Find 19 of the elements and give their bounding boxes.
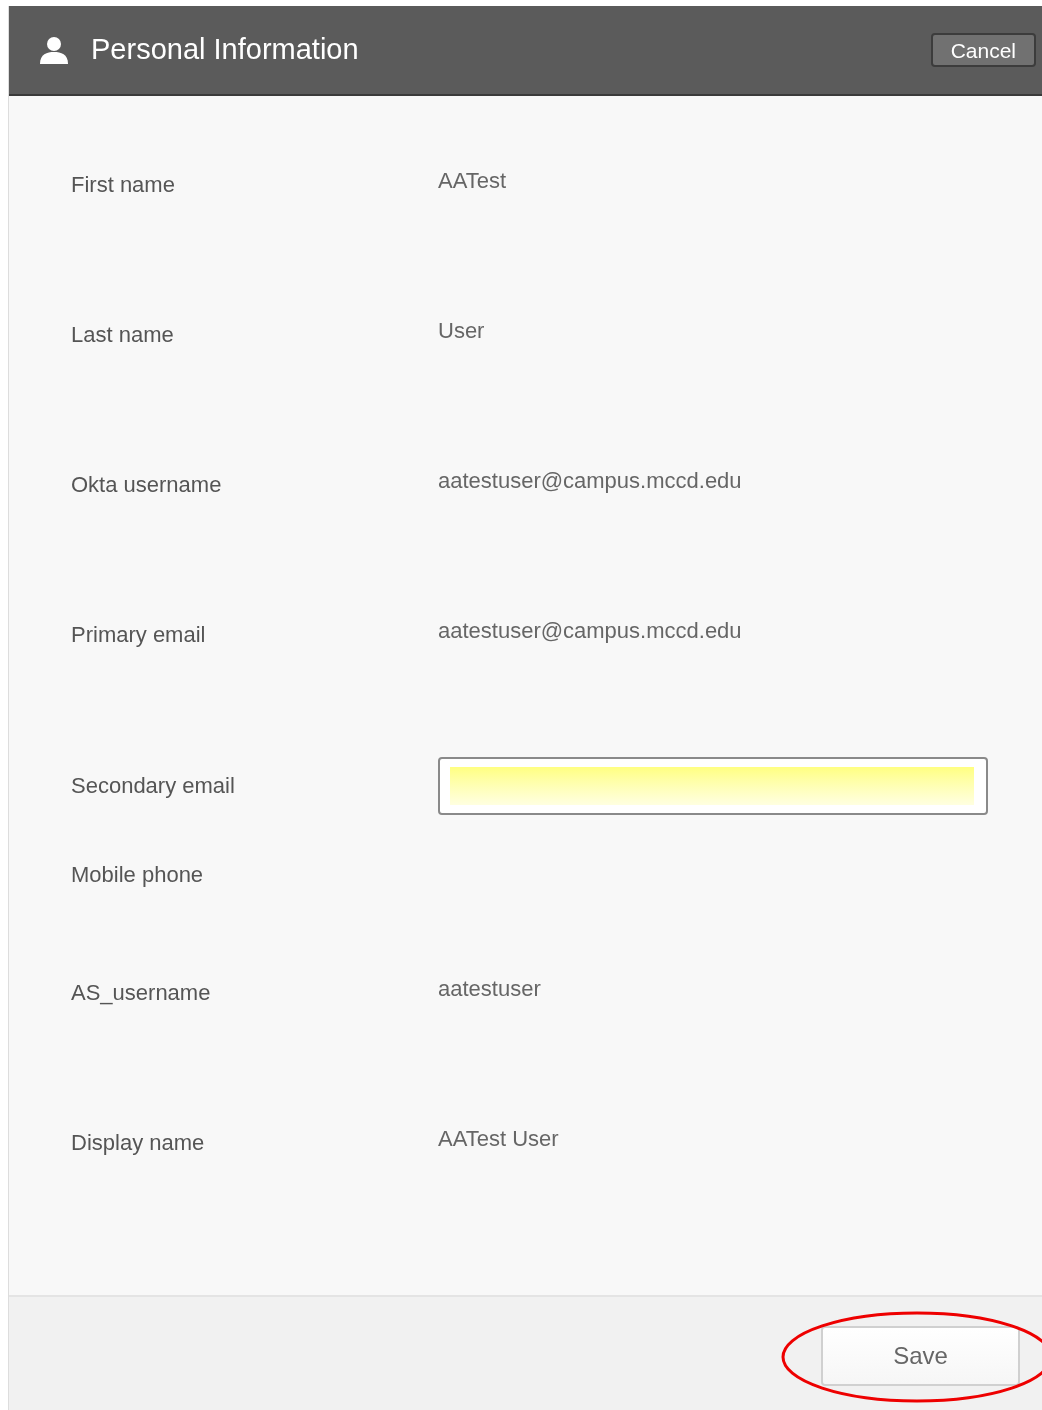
cancel-button[interactable]: Cancel (930, 33, 1036, 67)
field-value: AATest (438, 167, 507, 195)
field-value: User (438, 317, 485, 345)
field-label: AS_username (71, 979, 212, 1007)
field-value: aatestuser@campus.mccd.edu (438, 467, 742, 495)
save-button[interactable]: Save (821, 1326, 1020, 1386)
field-label: Primary email (71, 621, 207, 649)
field-label: Last name (71, 321, 175, 349)
panel-title: Personal Information (91, 32, 359, 68)
field-value: AATest User (438, 1125, 559, 1153)
field-label: Secondary email (71, 772, 236, 800)
field-value: aatestuser@campus.mccd.edu (438, 617, 742, 645)
user-icon (39, 36, 69, 64)
field-label: First name (71, 171, 176, 199)
field-label: Okta username (71, 471, 223, 499)
field-label: Mobile phone (71, 861, 205, 889)
field-value: aatestuser (438, 975, 541, 1003)
field-label: Display name (71, 1129, 206, 1157)
input-field[interactable] (438, 757, 988, 815)
